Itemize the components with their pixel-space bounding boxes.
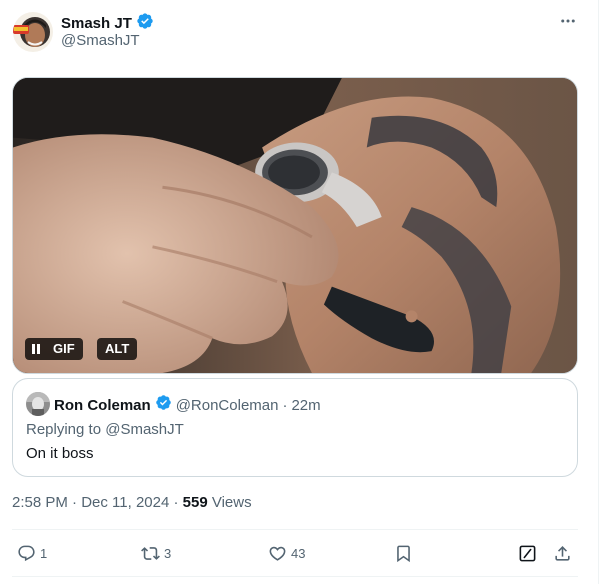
avatar-image xyxy=(13,12,53,52)
repost-icon xyxy=(141,546,160,560)
quoted-timestamp[interactable]: 22m xyxy=(291,396,320,416)
reply-count: 1 xyxy=(40,545,48,561)
repost-button[interactable]: 3 xyxy=(141,530,171,576)
gif-label: GIF xyxy=(53,341,75,356)
repost-count: 3 xyxy=(164,545,172,561)
pause-button[interactable] xyxy=(25,338,47,360)
reply-button[interactable]: 1 xyxy=(17,530,47,576)
author-avatar[interactable] xyxy=(13,12,53,52)
quoted-avatar-image xyxy=(26,392,50,416)
gif-controls: GIF xyxy=(25,338,83,360)
quoted-post[interactable]: Ron Coleman @RonColeman · 22m Replying t… xyxy=(12,378,578,477)
post-timestamp[interactable]: 2:58 PM · Dec 11, 2024 xyxy=(12,494,169,511)
quoted-header: Ron Coleman @RonColeman · 22m xyxy=(54,394,321,417)
reply-icon xyxy=(18,545,35,561)
grok-icon xyxy=(519,545,536,561)
replying-to-text: Replying to @SmashJT xyxy=(26,421,184,438)
more-dots-icon xyxy=(561,19,575,23)
quoted-separator: · xyxy=(282,396,288,414)
grok-analyze-button[interactable] xyxy=(518,530,537,576)
quoted-author-avatar[interactable] xyxy=(26,392,50,416)
like-button[interactable]: 43 xyxy=(268,530,305,576)
gif-frame-image xyxy=(13,78,577,373)
action-bar: 1 3 43 xyxy=(0,530,599,576)
tweet-detail: Smash JT @SmashJT GIF ALT Ron Coleman @R… xyxy=(0,0,599,584)
views-count: 559 xyxy=(182,494,208,511)
share-button[interactable] xyxy=(553,530,572,576)
quoted-post-text: On it boss xyxy=(26,445,94,462)
bookmark-button[interactable] xyxy=(394,530,413,576)
heart-icon xyxy=(269,546,286,561)
post-meta: 2:58 PM · Dec 11, 2024 · 559 Views xyxy=(12,493,252,513)
gif-media[interactable]: GIF ALT xyxy=(12,77,578,374)
divider-bottom xyxy=(12,576,578,577)
like-count: 43 xyxy=(291,545,306,561)
author-handle[interactable]: @SmashJT xyxy=(61,32,140,50)
share-icon xyxy=(555,545,570,561)
quoted-display-name[interactable]: Ron Coleman xyxy=(54,396,151,416)
more-options-button[interactable] xyxy=(556,10,580,32)
quoted-handle[interactable]: @RonColeman xyxy=(176,396,279,416)
quoted-verified-badge-icon xyxy=(155,394,172,417)
author-display-name[interactable]: Smash JT xyxy=(61,15,132,33)
pause-icon xyxy=(32,344,40,354)
alt-text-button[interactable]: ALT xyxy=(97,338,138,360)
meta-separator: · xyxy=(173,494,179,511)
bookmark-icon xyxy=(397,545,410,562)
views-label: Views xyxy=(211,494,252,511)
